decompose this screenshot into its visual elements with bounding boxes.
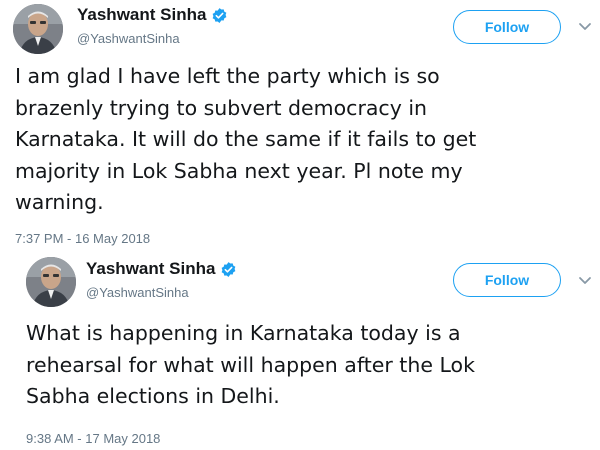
tweet-card: Yashwant Sinha @YashwantSinha Follow Wha… (0, 252, 600, 450)
tweet-text-line: I am glad I have left the party which is… (15, 64, 440, 88)
avatar-photo (26, 257, 76, 307)
tweet-text-line: rehearsal for what will happen after the… (26, 352, 475, 377)
follow-button[interactable]: Follow (453, 263, 561, 297)
handle[interactable]: @YashwantSinha (77, 31, 180, 46)
tweet-text-line: majority in Lok Sabha next year. Pl note… (15, 158, 463, 183)
timestamp[interactable]: 7:37 PM - 16 May 2018 (15, 231, 150, 246)
avatar-photo (13, 4, 63, 54)
avatar[interactable] (13, 4, 63, 54)
tweet-text-line: brazenly trying to subvert democracy in (15, 95, 428, 120)
tweet-card: Yashwant Sinha @YashwantSinha Follow I a… (0, 0, 600, 250)
author-row: Yashwant Sinha (77, 5, 228, 25)
avatar[interactable] (26, 257, 76, 307)
author-row: Yashwant Sinha (86, 259, 237, 279)
chevron-down-icon[interactable] (578, 22, 592, 32)
tweet-text-line: warning. (15, 190, 104, 214)
tweet-text-line: Karnataka. It will do the same if it fai… (15, 127, 477, 151)
display-name[interactable]: Yashwant Sinha (77, 5, 206, 25)
handle[interactable]: @YashwantSinha (86, 285, 189, 300)
verified-badge-icon (211, 7, 228, 24)
verified-badge-icon (220, 261, 237, 278)
tweet-text-line: What is happening in Karnataka today is … (26, 321, 461, 345)
tweet-text: What is happening in Karnataka today is … (26, 318, 475, 413)
chevron-down-icon[interactable] (578, 276, 592, 286)
tweet-text: I am glad I have left the party which is… (15, 61, 476, 219)
display-name[interactable]: Yashwant Sinha (86, 259, 215, 279)
timestamp[interactable]: 9:38 AM - 17 May 2018 (26, 431, 160, 446)
follow-button[interactable]: Follow (453, 10, 561, 44)
tweet-text-line: Sabha elections in Delhi. (26, 384, 280, 408)
